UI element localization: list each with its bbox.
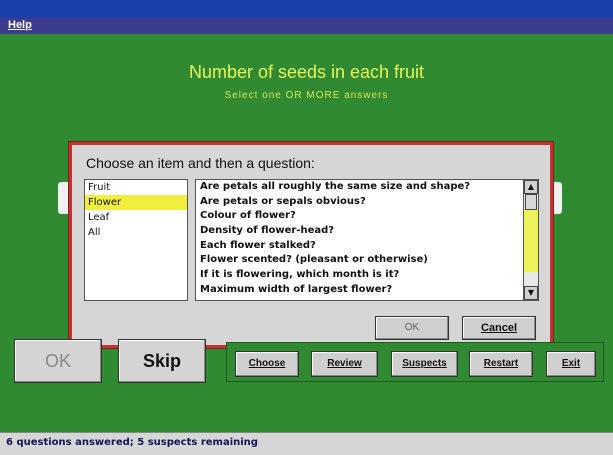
status-bar: 6 questions answered; 5 suspects remaini… — [0, 432, 613, 455]
question-item[interactable]: If it is flowering, which month is it? — [196, 268, 538, 283]
scroll-thumb[interactable] — [525, 194, 537, 210]
restart-button[interactable]: Restart — [469, 351, 533, 377]
dialog-cancel-button[interactable]: Cancel — [462, 316, 536, 340]
question-title: Number of seeds in each fruit — [188, 62, 425, 82]
question-item[interactable]: Are petals all roughly the same size and… — [196, 180, 538, 195]
dialog-ok-button[interactable]: OK — [375, 316, 449, 340]
scroll-track[interactable] — [524, 210, 538, 272]
choose-question-dialog: Choose an item and then a question: Frui… — [69, 142, 553, 348]
item-all[interactable]: All — [85, 225, 187, 240]
menu-bar: Help — [0, 18, 613, 34]
menu-help[interactable]: Help — [8, 19, 32, 31]
question-list-scrollbar[interactable]: ▲ ▼ — [523, 180, 538, 300]
question-subtitle: Select one OR MORE answers — [224, 90, 389, 101]
ok-button[interactable]: OK — [14, 339, 102, 383]
suspects-button[interactable]: Suspects — [391, 351, 458, 377]
review-button[interactable]: Review — [311, 351, 378, 377]
question-item[interactable]: Are petals or sepals obvious? — [196, 195, 538, 210]
scroll-up-arrow-icon[interactable]: ▲ — [524, 180, 538, 194]
item-fruit[interactable]: Fruit — [85, 180, 187, 195]
skip-button[interactable]: Skip — [118, 339, 206, 383]
window-title-bar — [0, 0, 613, 18]
question-item[interactable]: Flower scented? (pleasant or otherwise) — [196, 253, 538, 268]
status-text: 6 questions answered; 5 suspects remaini… — [6, 437, 258, 448]
question-list[interactable]: Are petals all roughly the same size and… — [195, 179, 539, 301]
question-item[interactable]: Colour of flower? — [196, 209, 538, 224]
question-item[interactable]: Density of flower-head? — [196, 224, 538, 239]
item-leaf[interactable]: Leaf — [85, 210, 187, 225]
exit-button[interactable]: Exit — [546, 351, 596, 377]
question-item[interactable]: Each flower stalked? — [196, 239, 538, 254]
item-list[interactable]: Fruit Flower Leaf All — [84, 179, 188, 301]
scroll-down-arrow-icon[interactable]: ▼ — [524, 286, 538, 300]
choose-button[interactable]: Choose — [235, 351, 299, 377]
question-item[interactable]: Maximum width of largest flower? — [196, 283, 538, 298]
item-flower[interactable]: Flower — [85, 195, 187, 210]
dialog-title: Choose an item and then a question: — [86, 155, 315, 171]
